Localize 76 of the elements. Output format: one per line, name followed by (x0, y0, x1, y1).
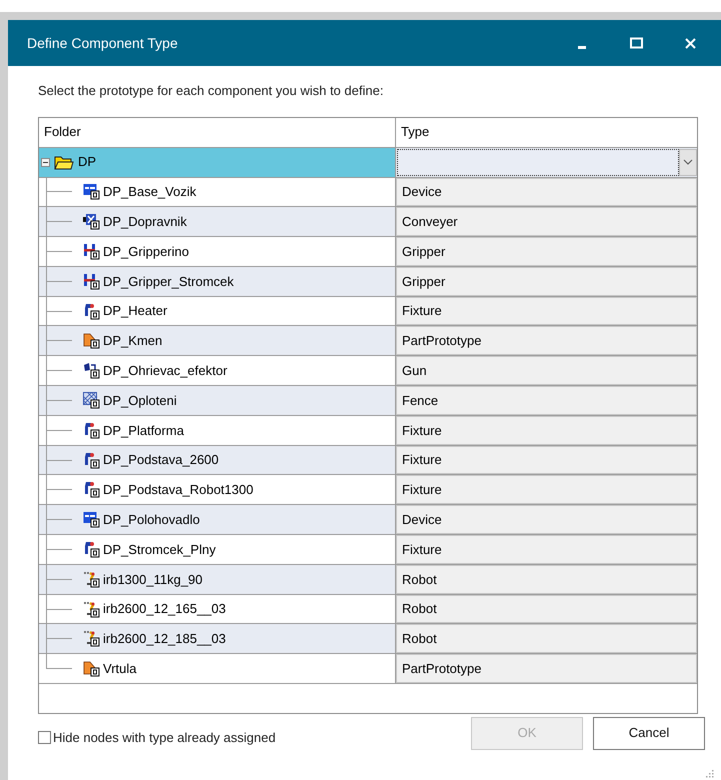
column-header[interactable]: Folder (39, 118, 396, 146)
component-label: DP_Podstava_2600 (103, 451, 219, 470)
tree-row[interactable]: DP_Dopravnik (39, 207, 396, 236)
tree-row[interactable]: irb1300_11kg_90 (39, 564, 396, 594)
cancel-button[interactable]: Cancel (593, 716, 705, 750)
clamp-icon (83, 452, 100, 469)
tree-row[interactable]: irb2600_12_185__03 (39, 624, 396, 654)
component-label: DP_Polohovadlo (103, 510, 200, 529)
column-header[interactable]: Type (396, 118, 697, 146)
component-label: DP_Platforma (103, 422, 184, 440)
folder-label: DP (78, 153, 96, 172)
tree-row[interactable]: DP_Polohovadlo (39, 505, 396, 534)
component-label: DP_Base_Vozik (103, 183, 196, 202)
type-cell[interactable]: Device (396, 178, 697, 206)
window-title: Define Component Type (27, 34, 179, 53)
component-label: DP_Dopravnik (103, 212, 187, 231)
type-cell[interactable]: Device (396, 505, 697, 534)
component-label: DP_Heater (103, 302, 168, 320)
component-label: DP_Gripper_Stromcek (103, 272, 234, 291)
tree-row[interactable]: DP_Podstava_2600 (39, 446, 396, 474)
type-cell[interactable]: Fence (396, 386, 697, 415)
type-cell[interactable]: Gripper (396, 266, 697, 296)
type-cell[interactable]: Fixture (396, 475, 697, 504)
component-label: DP_Stromcek_Plny (103, 540, 216, 559)
type-cell[interactable]: Fixture (396, 446, 697, 474)
type-cell[interactable]: Robot (396, 594, 697, 624)
part-icon (83, 660, 100, 678)
type-cell[interactable]: Robot (396, 564, 697, 594)
component-label: Vrtula (103, 660, 136, 678)
maximize-icon (630, 37, 642, 49)
type-dropdown[interactable] (397, 148, 679, 176)
window-icon (83, 183, 100, 200)
chevron-icon (683, 159, 693, 165)
resize-grip-icon (706, 770, 714, 778)
type-cell[interactable]: PartPrototype (396, 326, 697, 356)
type-cell[interactable]: Gripper (396, 237, 697, 266)
conveyer-icon (83, 213, 100, 230)
type-cell[interactable]: Robot (396, 624, 697, 654)
type-cell[interactable]: Fixture (396, 296, 697, 326)
close-icon (684, 38, 696, 48)
tree-row[interactable]: DP_Kmen (39, 326, 396, 356)
component-label: DP_Gripperino (103, 242, 189, 261)
component-label: DP_Kmen (103, 332, 162, 350)
type-cell[interactable]: PartPrototype (396, 654, 697, 684)
minimize-icon (578, 46, 586, 49)
component-label: irb2600_12_185__03 (103, 630, 226, 648)
gripper-icon (83, 272, 100, 290)
window-icon (83, 511, 100, 528)
type-cell[interactable]: Gun (396, 356, 697, 386)
component-label: irb2600_12_165__03 (103, 600, 226, 618)
type-cell[interactable]: Fixture (396, 416, 697, 445)
tree-row[interactable]: DP_Gripper_Stromcek (39, 266, 396, 296)
type-cell[interactable]: Fixture (396, 535, 697, 564)
component-label: irb1300_11kg_90 (103, 570, 203, 589)
component-label: DP_Podstava_Robot1300 (103, 481, 254, 500)
tree-row[interactable]: DP_Oploteni (39, 386, 396, 415)
clamp-icon (83, 302, 100, 320)
part-icon (83, 332, 100, 350)
component-label: DP_Oploteni (103, 392, 177, 410)
dropdown-button[interactable] (679, 148, 697, 176)
collapse-icon[interactable] (41, 158, 50, 166)
robot-icon (83, 630, 100, 648)
gun-icon (83, 362, 100, 380)
instruction-text: Select the prototype for each component you wish to define: (38, 82, 384, 100)
robot-icon (83, 570, 100, 588)
tree-row[interactable]: DP (39, 148, 396, 176)
clamp-icon (83, 540, 100, 558)
clamp-icon (83, 422, 100, 439)
folder-icon (54, 154, 74, 170)
component-label: DP_Ohrievac_efektor (103, 362, 228, 380)
fence-icon (83, 392, 100, 409)
checkbox[interactable] (38, 730, 51, 744)
type-cell[interactable]: Conveyer (396, 207, 697, 236)
gripper-icon (83, 242, 100, 260)
robot-icon (83, 600, 100, 618)
clamp-icon (83, 481, 100, 498)
